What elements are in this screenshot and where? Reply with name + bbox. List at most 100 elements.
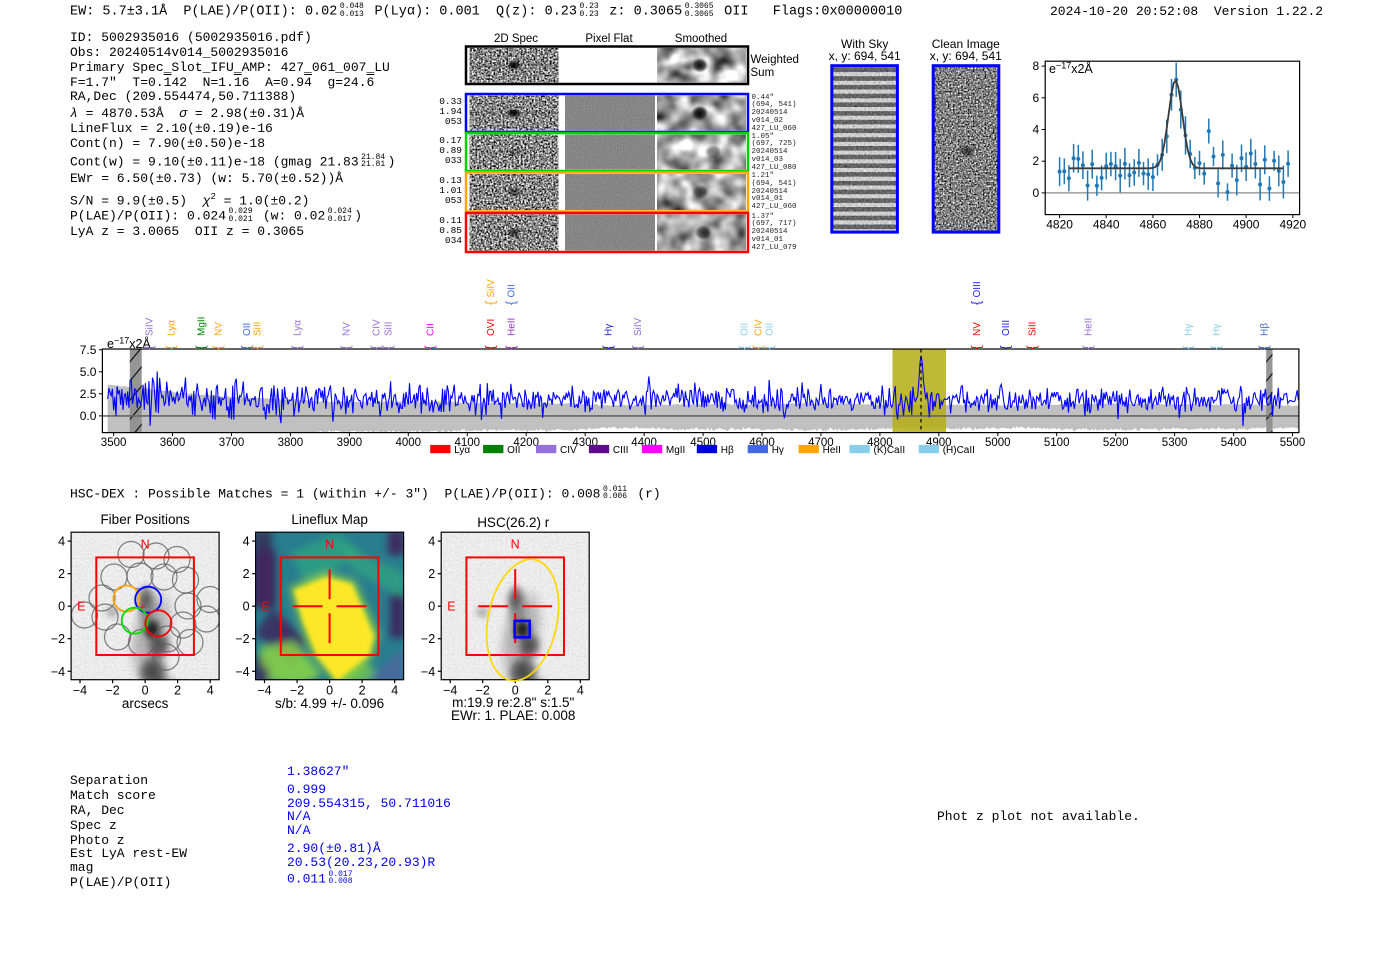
svg-text:−2: −2 <box>105 684 119 698</box>
svg-text:}: } <box>291 345 305 349</box>
svg-text:}: } <box>971 345 985 349</box>
svg-text:MgII: MgII <box>666 445 685 456</box>
svg-text:}: } <box>1026 345 1040 349</box>
svg-text:Lineflux Map: Lineflux Map <box>291 512 368 527</box>
svg-text:2: 2 <box>1033 154 1040 168</box>
svg-text:4: 4 <box>391 684 398 698</box>
svg-text:}: } <box>485 301 499 305</box>
svg-text:x, y: 694, 541: x, y: 694, 541 <box>829 49 901 63</box>
svg-text:e−17x2Å: e−17x2Å <box>1049 61 1093 77</box>
svg-text:5200: 5200 <box>1103 437 1129 449</box>
svg-text:2: 2 <box>243 567 250 581</box>
svg-text:NV: NV <box>214 322 225 336</box>
svg-text:3700: 3700 <box>219 437 245 449</box>
svg-text:MgII: MgII <box>197 317 208 336</box>
svg-text:0: 0 <box>58 600 65 614</box>
svg-text:OII: OII <box>740 323 751 336</box>
svg-text:OVI: OVI <box>486 319 497 336</box>
svg-text:CIV: CIV <box>372 319 383 336</box>
svg-text:Hγ: Hγ <box>604 324 615 336</box>
svg-text:2: 2 <box>58 567 65 581</box>
svg-text:}: } <box>212 345 226 349</box>
svg-text:5000: 5000 <box>985 437 1011 449</box>
svg-text:4820: 4820 <box>1046 218 1073 232</box>
svg-text:}: } <box>738 345 752 349</box>
svg-text:NV: NV <box>342 322 353 336</box>
svg-text:SiII: SiII <box>253 322 264 336</box>
svg-text:E: E <box>77 600 85 614</box>
svg-text:E: E <box>262 600 270 614</box>
svg-text:0: 0 <box>243 600 250 614</box>
svg-text:Hβ: Hβ <box>1260 323 1271 336</box>
svg-text:4860: 4860 <box>1140 218 1167 232</box>
svg-text:HSC(26.2) r: HSC(26.2) r <box>477 515 550 530</box>
svg-text:EWr: 1. PLAE: 0.008: EWr: 1. PLAE: 0.008 <box>451 708 575 723</box>
svg-text:−4: −4 <box>73 684 87 698</box>
svg-text:}: } <box>971 301 985 305</box>
svg-text:SiII: SiII <box>384 322 395 336</box>
svg-text:}: } <box>602 345 616 349</box>
svg-text:4: 4 <box>428 535 435 549</box>
svg-text:s/b: 4.99 +/- 0.096: s/b: 4.99 +/- 0.096 <box>275 696 384 711</box>
svg-text:−4: −4 <box>51 665 65 679</box>
svg-text:2D Spec: 2D Spec <box>494 33 538 45</box>
svg-text:4000: 4000 <box>396 437 422 449</box>
svg-text:OII: OII <box>765 323 776 336</box>
svg-text:N: N <box>325 537 334 551</box>
svg-text:CIII: CIII <box>613 445 629 456</box>
svg-text:}: } <box>143 345 157 349</box>
svg-text:0: 0 <box>1033 186 1040 200</box>
svg-text:N: N <box>511 537 520 551</box>
svg-text:HeII: HeII <box>507 318 518 336</box>
svg-text:7.5: 7.5 <box>80 343 97 357</box>
svg-text:−4: −4 <box>257 684 271 698</box>
svg-text:5100: 5100 <box>1044 437 1070 449</box>
svg-text:HeII: HeII <box>1084 318 1095 336</box>
svg-text:Hβ: Hβ <box>721 445 734 456</box>
svg-text:}: } <box>763 345 777 349</box>
svg-text:OIII: OIII <box>972 281 983 297</box>
svg-text:5400: 5400 <box>1221 437 1247 449</box>
svg-text:}: } <box>370 345 384 349</box>
svg-text:−2: −2 <box>235 632 249 646</box>
svg-text:−2: −2 <box>51 632 65 646</box>
svg-text:Hγ: Hγ <box>772 445 784 456</box>
svg-text:}: } <box>1210 345 1224 349</box>
svg-text:4: 4 <box>243 535 250 549</box>
svg-text:5.0: 5.0 <box>80 365 97 379</box>
svg-text:CII: CII <box>426 323 437 336</box>
svg-text:4920: 4920 <box>1279 218 1306 232</box>
svg-text:Sum: Sum <box>751 67 775 79</box>
svg-text:+: + <box>139 600 146 614</box>
svg-text:−2: −2 <box>421 632 435 646</box>
svg-text:}: } <box>1000 345 1014 349</box>
svg-text:SiIV: SiIV <box>633 317 644 336</box>
svg-text:OII: OII <box>507 284 518 297</box>
svg-text:}: } <box>1258 345 1272 349</box>
svg-text:0.0: 0.0 <box>80 409 97 423</box>
svg-text:3600: 3600 <box>160 437 186 449</box>
svg-text:SiIV: SiIV <box>486 279 497 298</box>
svg-text:0: 0 <box>428 600 435 614</box>
svg-text:}: } <box>382 345 396 349</box>
svg-text:−4: −4 <box>235 665 249 679</box>
svg-text:}: } <box>1082 345 1096 349</box>
svg-text:x, y: 694, 541: x, y: 694, 541 <box>930 49 1002 63</box>
svg-text:2: 2 <box>428 567 435 581</box>
svg-text:CIV: CIV <box>754 319 765 336</box>
svg-text:}: } <box>1182 345 1196 349</box>
svg-text:}: } <box>424 345 438 349</box>
svg-text:}: } <box>505 301 519 305</box>
svg-text:CIV: CIV <box>560 445 577 456</box>
svg-text:arcsecs: arcsecs <box>122 696 169 711</box>
svg-text:NV: NV <box>972 322 983 336</box>
svg-text:2.5: 2.5 <box>80 387 97 401</box>
svg-text:5500: 5500 <box>1280 437 1306 449</box>
svg-text:6: 6 <box>1033 91 1040 105</box>
svg-text:(H)CaII: (H)CaII <box>943 445 975 456</box>
svg-text:Smoothed: Smoothed <box>675 33 727 45</box>
svg-text:4: 4 <box>577 684 584 698</box>
svg-text:N: N <box>141 537 150 551</box>
svg-text:Hγ: Hγ <box>1184 324 1195 336</box>
svg-text:}: } <box>505 345 519 349</box>
